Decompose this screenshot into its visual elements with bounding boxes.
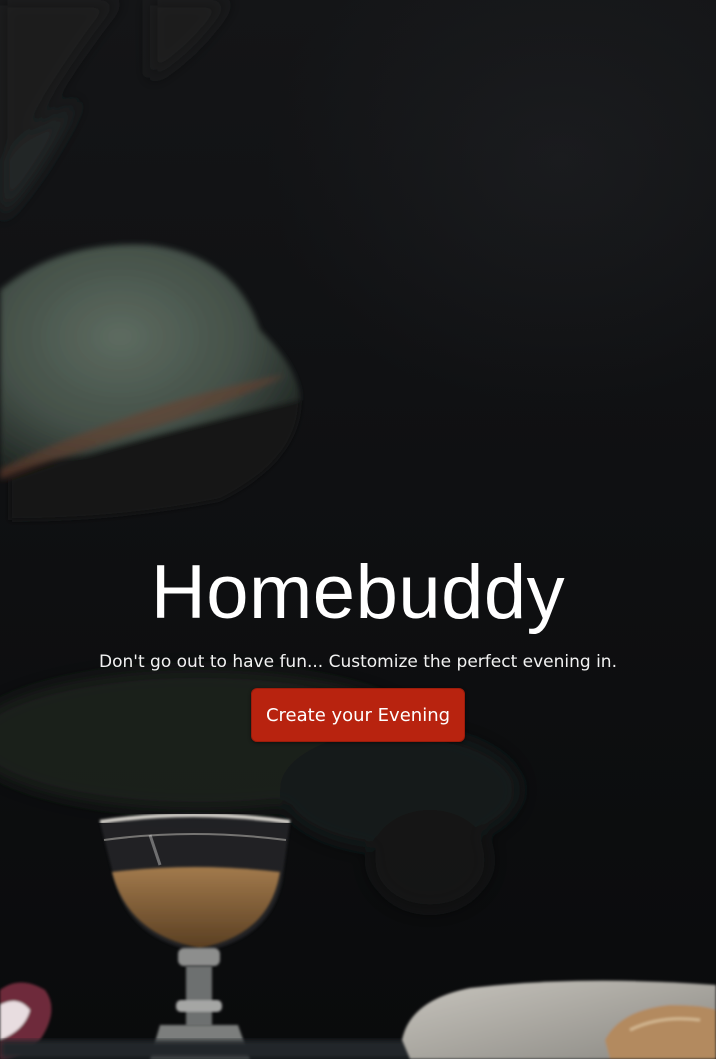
hero-tagline: Don't go out to have fun... Customize th…: [99, 652, 617, 672]
hero-content: Homebuddy Don't go out to have fun... Cu…: [0, 548, 716, 742]
create-evening-button[interactable]: Create your Evening: [250, 688, 466, 742]
app-title: Homebuddy: [150, 550, 566, 635]
plate-with-bread: [402, 980, 716, 1059]
hero-section: Homebuddy Don't go out to have fun... Cu…: [0, 0, 716, 1059]
cocktail-glass: [99, 813, 291, 1059]
green-leaf: [0, 244, 300, 520]
background-photo: [0, 0, 716, 1059]
plant-leaves: [0, 0, 230, 220]
